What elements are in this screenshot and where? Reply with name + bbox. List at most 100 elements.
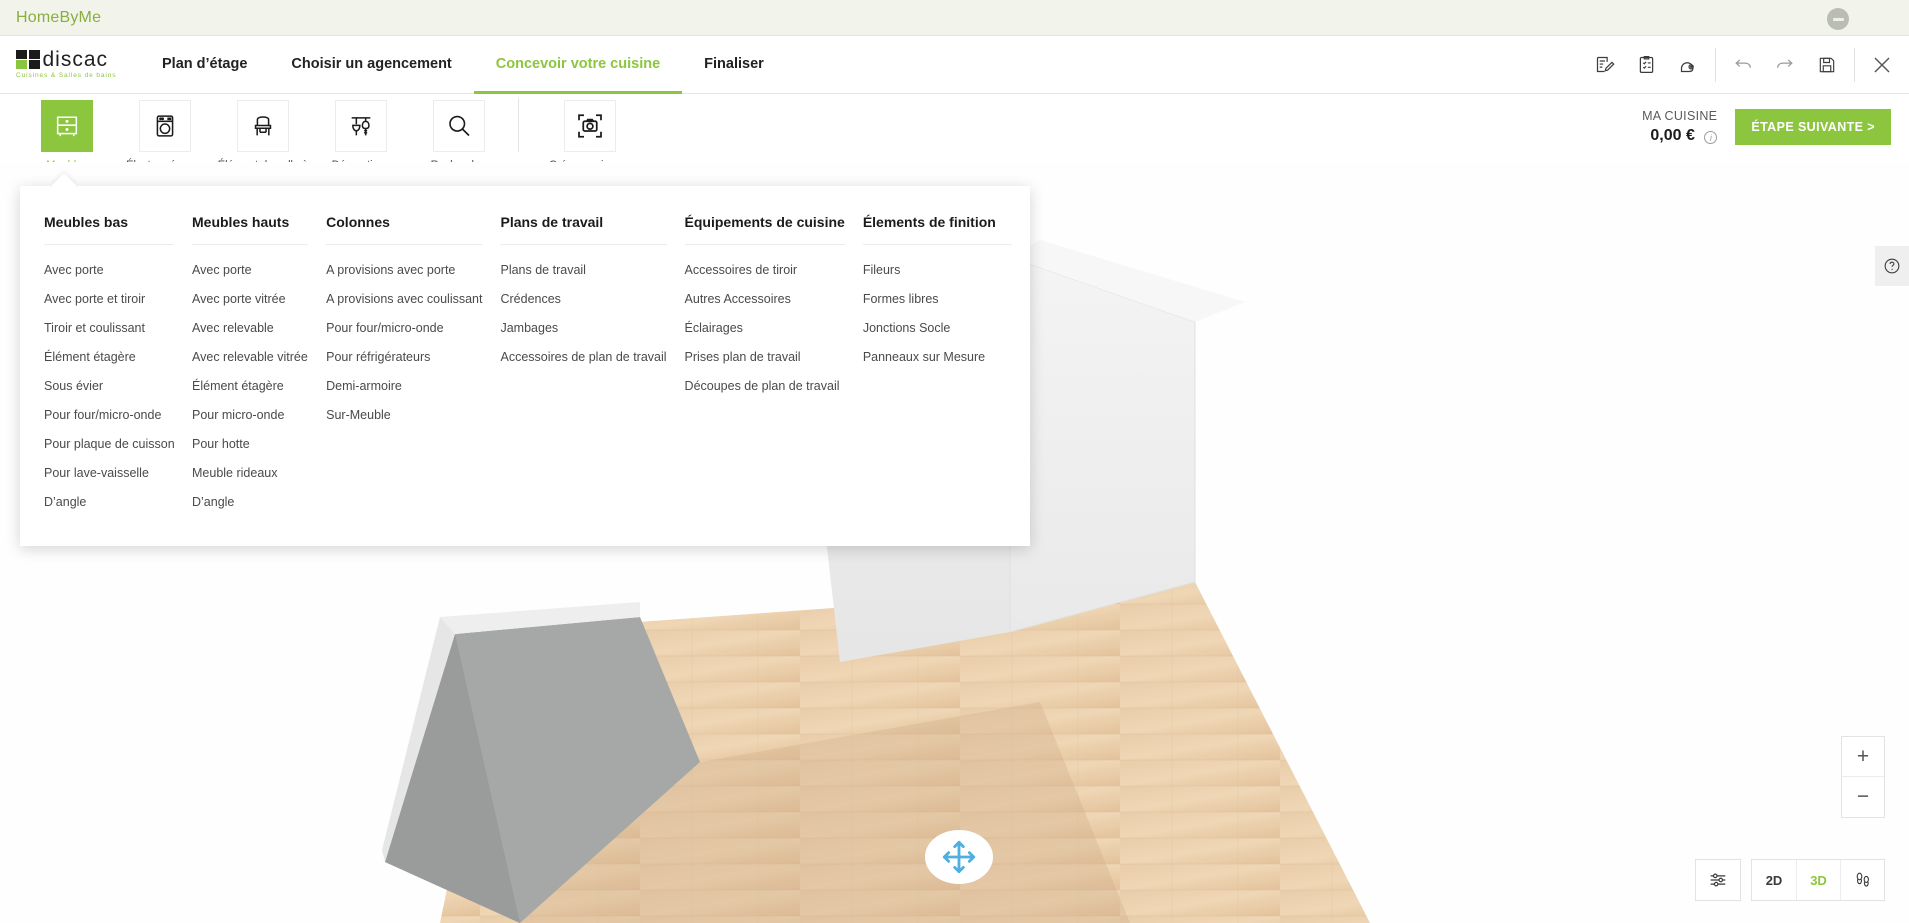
menu-item[interactable]: Pour four/micro-onde	[326, 313, 482, 342]
menu-item[interactable]: Jambages	[500, 313, 666, 342]
menu-item[interactable]: Pour plaque de cuisson	[44, 429, 175, 458]
nav-tab-plan-etage[interactable]: Plan d’étage	[140, 37, 269, 94]
toolbar-divider	[518, 98, 519, 152]
window-title-bar: HomeByMe	[0, 0, 1909, 36]
zoom-controls: + −	[1841, 736, 1885, 818]
menu-item[interactable]: Pour lave-vaisselle	[44, 458, 174, 487]
menu-column-equipements-de-cuisine: Équipements de cuisine Accessoires de ti…	[684, 214, 863, 546]
menu-item[interactable]: Fileurs	[863, 255, 1012, 284]
menu-item[interactable]: Sur-Meuble	[326, 400, 482, 429]
tool-electromenager[interactable]: Électroménager	[116, 94, 214, 172]
menu-item[interactable]: A provisions avec coulissant	[326, 284, 482, 313]
menu-item[interactable]: Avec porte et tiroir	[44, 284, 174, 313]
menu-column-title: Meubles bas	[44, 214, 174, 245]
window-title: HomeByMe	[16, 8, 102, 26]
menu-item[interactable]: Panneaux sur Mesure	[863, 342, 1012, 371]
minimize-icon[interactable]	[1827, 8, 1849, 30]
menu-item[interactable]: Sous évier	[44, 371, 174, 400]
chair-icon	[237, 100, 289, 152]
meubles-mega-menu: Meubles bas Avec porte Avec porte et tir…	[20, 173, 1030, 546]
nav-tab-choisir-agencement[interactable]: Choisir un agencement	[269, 37, 473, 94]
menu-column-elements-de-finition: Élements de finition Fileurs Formes libr…	[862, 214, 1030, 546]
price-value: 0,00 €	[1650, 126, 1695, 144]
application-window: HomeByMe discac Cuisines & Salles de bai…	[0, 0, 1909, 923]
menu-column-title: Meubles hauts	[192, 214, 309, 245]
brand-logo[interactable]: discac Cuisines & Salles de bains	[0, 36, 140, 93]
zoom-in-button[interactable]: +	[1842, 737, 1884, 777]
close-icon[interactable]	[1865, 48, 1899, 82]
help-button[interactable]	[1875, 246, 1909, 286]
menu-column-meubles-hauts: Meubles hauts Avec porte Avec porte vitr…	[192, 214, 326, 546]
note-edit-icon[interactable]	[1587, 48, 1621, 82]
menu-item[interactable]: Pour hotte	[192, 429, 308, 458]
tool-decorations[interactable]: Décorations	[312, 94, 410, 172]
menu-item[interactable]: Élément étagère	[44, 342, 174, 371]
close-group	[1854, 47, 1909, 82]
menu-item[interactable]: Meuble rideaux	[192, 458, 308, 487]
menu-column-title: Élements de finition	[862, 214, 1012, 245]
menu-item[interactable]: Découpes de plan de travail	[685, 371, 845, 400]
measuring-tape-icon[interactable]	[1671, 48, 1705, 82]
menu-item[interactable]: Pour réfrigérateurs	[326, 342, 482, 371]
nav-tab-finaliser[interactable]: Finaliser	[682, 37, 786, 94]
menu-item[interactable]: Avec porte	[44, 255, 174, 284]
menu-item[interactable]: Éclairages	[685, 313, 845, 342]
menu-item[interactable]: A provisions avec porte	[326, 255, 482, 284]
menu-item[interactable]: Accessoires de plan de travail	[500, 342, 666, 371]
menu-item[interactable]: D’angle	[44, 487, 174, 516]
nav-actions	[1577, 36, 1909, 93]
brand-name: discac	[42, 48, 109, 72]
menu-item[interactable]: Jonctions Socle	[863, 313, 1012, 342]
view-3d-button[interactable]: 3D	[1796, 860, 1840, 900]
category-toolbar: Meubles Électroménager Él	[0, 94, 1909, 184]
tool-rechercher[interactable]: Rechercher	[410, 94, 508, 172]
info-icon[interactable]: i	[1704, 131, 1718, 145]
move-arrows-icon[interactable]	[925, 830, 993, 884]
menu-item[interactable]: Avec porte vitrée	[192, 284, 308, 313]
tool-meubles[interactable]: Meubles	[18, 94, 116, 172]
settings-group	[1695, 859, 1741, 901]
menu-item[interactable]: Accessoires de tiroir	[685, 255, 845, 284]
menu-item[interactable]: D’angle	[192, 487, 308, 516]
menu-item[interactable]: Formes libres	[863, 284, 1012, 313]
menu-item[interactable]: Plans de travail	[500, 255, 666, 284]
view-controls: 2D 3D	[1695, 859, 1885, 901]
view-2d-button[interactable]: 2D	[1752, 860, 1796, 900]
sliders-icon[interactable]	[1696, 860, 1740, 900]
zoom-out-button[interactable]: −	[1842, 777, 1884, 817]
nav-tabs: Plan d’étage Choisir un agencement Conce…	[140, 36, 786, 94]
utensils-icon	[335, 100, 387, 152]
menu-item[interactable]: Demi-armoire	[326, 371, 482, 400]
menu-item[interactable]: Élément étagère	[192, 371, 308, 400]
menu-item[interactable]: Autres Accessoires	[685, 284, 845, 313]
menu-column-colonnes: Colonnes A provisions avec porte A provi…	[326, 214, 500, 546]
nav-tab-concevoir-cuisine[interactable]: Concevoir votre cuisine	[473, 37, 683, 94]
menu-item[interactable]: Pour micro-onde	[192, 400, 308, 429]
menu-column-title: Équipements de cuisine	[684, 214, 845, 245]
clipboard-checklist-icon[interactable]	[1629, 48, 1663, 82]
main-navigation-bar: discac Cuisines & Salles de bains Plan d…	[0, 36, 1909, 94]
menu-item[interactable]: Crédences	[500, 284, 666, 313]
redo-icon[interactable]	[1768, 48, 1802, 82]
view-mode-group: 2D 3D	[1751, 859, 1885, 901]
tool-creer-une-image[interactable]: Créer une image	[541, 94, 639, 172]
logo-grid-icon	[16, 49, 40, 70]
save-icon[interactable]	[1810, 48, 1844, 82]
menu-item[interactable]: Prises plan de travail	[685, 342, 845, 371]
menu-item[interactable]: Avec relevable vitrée	[192, 342, 308, 371]
menu-item[interactable]: Pour four/micro-onde	[44, 400, 174, 429]
menu-column-meubles-bas: Meubles bas Avec porte Avec porte et tir…	[44, 214, 192, 546]
search-icon	[433, 100, 485, 152]
menu-column-title: Colonnes	[326, 214, 483, 245]
history-group	[1715, 47, 1854, 82]
undo-icon[interactable]	[1726, 48, 1760, 82]
brand-tagline: Cuisines & Salles de bains	[16, 72, 117, 80]
next-step-button[interactable]: ÉTAPE SUIVANTE >	[1735, 109, 1891, 146]
price-label: MA CUISINE	[1642, 109, 1718, 123]
price-summary: MA CUISINE 0,00 € i ÉTAPE SUIVANTE >	[1642, 94, 1909, 146]
menu-item[interactable]: Avec relevable	[192, 313, 308, 342]
menu-item[interactable]: Avec porte	[192, 255, 308, 284]
footsteps-icon[interactable]	[1840, 860, 1884, 900]
menu-item[interactable]: Tiroir et coulissant	[44, 313, 174, 342]
menu-column-title: Plans de travail	[500, 214, 667, 245]
